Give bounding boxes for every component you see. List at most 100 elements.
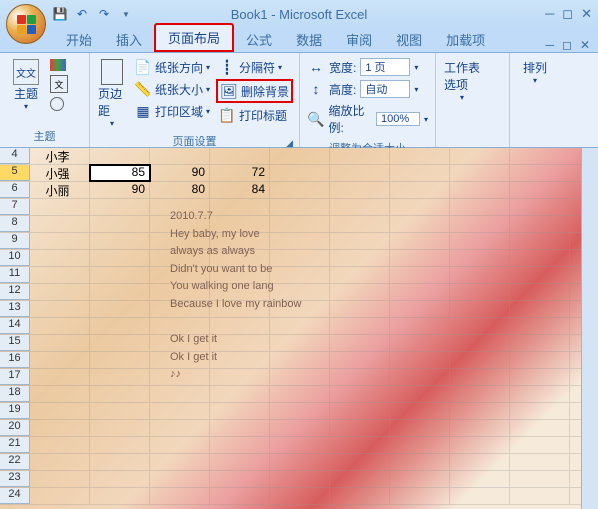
cell[interactable]: [90, 488, 150, 504]
cell[interactable]: [510, 471, 570, 487]
cell[interactable]: [150, 437, 210, 453]
cell[interactable]: [150, 250, 210, 266]
cell[interactable]: 90: [90, 182, 150, 198]
cell[interactable]: [90, 386, 150, 402]
cell[interactable]: [330, 182, 390, 198]
cell[interactable]: [270, 216, 330, 232]
breaks-button[interactable]: ┋分隔符▾: [216, 57, 293, 77]
cell[interactable]: [150, 420, 210, 436]
print-area-button[interactable]: ▦打印区域▾: [132, 101, 212, 121]
cell[interactable]: [210, 471, 270, 487]
cell[interactable]: [270, 250, 330, 266]
tab-insert[interactable]: 插入: [104, 27, 154, 52]
cell[interactable]: [330, 301, 390, 317]
cell[interactable]: [390, 369, 450, 385]
cell[interactable]: [90, 267, 150, 283]
cell[interactable]: [390, 403, 450, 419]
tab-addins[interactable]: 加载项: [434, 27, 497, 52]
cell[interactable]: [330, 335, 390, 351]
cell[interactable]: 小强: [30, 165, 90, 181]
cell[interactable]: [390, 420, 450, 436]
mdi-close-icon[interactable]: ✕: [580, 38, 590, 52]
row-header[interactable]: 8: [0, 216, 30, 232]
cell[interactable]: [450, 301, 510, 317]
orientation-button[interactable]: 📄纸张方向▾: [132, 57, 212, 77]
row-header[interactable]: 13: [0, 301, 30, 317]
cell[interactable]: [210, 454, 270, 470]
cell[interactable]: [390, 267, 450, 283]
cell[interactable]: [270, 454, 330, 470]
cell[interactable]: 小丽: [30, 182, 90, 198]
cell[interactable]: [90, 471, 150, 487]
cell[interactable]: [90, 437, 150, 453]
cell[interactable]: [390, 488, 450, 504]
row-header[interactable]: 22: [0, 454, 30, 470]
cell[interactable]: 85: [90, 165, 150, 181]
tab-view[interactable]: 视图: [384, 27, 434, 52]
cell[interactable]: [330, 148, 390, 164]
cell[interactable]: [450, 335, 510, 351]
cell[interactable]: [510, 420, 570, 436]
cell[interactable]: [510, 250, 570, 266]
cell[interactable]: [330, 369, 390, 385]
cell[interactable]: [330, 471, 390, 487]
cell[interactable]: [90, 369, 150, 385]
cell[interactable]: [270, 352, 330, 368]
cell[interactable]: [450, 471, 510, 487]
cell[interactable]: [150, 284, 210, 300]
cell[interactable]: [390, 199, 450, 215]
cell[interactable]: [210, 420, 270, 436]
cell[interactable]: [450, 386, 510, 402]
cell[interactable]: [210, 267, 270, 283]
themes-button[interactable]: 文文 主题 ▾: [4, 55, 48, 115]
cell[interactable]: [210, 301, 270, 317]
close-icon[interactable]: ✕: [581, 6, 592, 22]
cell[interactable]: [270, 420, 330, 436]
cell[interactable]: [150, 233, 210, 249]
cell[interactable]: [90, 420, 150, 436]
cell[interactable]: [210, 216, 270, 232]
cell[interactable]: [330, 437, 390, 453]
size-button[interactable]: 📏纸张大小▾: [132, 79, 212, 99]
cell[interactable]: [510, 267, 570, 283]
cell[interactable]: [510, 352, 570, 368]
cell[interactable]: [30, 301, 90, 317]
cell[interactable]: [450, 403, 510, 419]
office-button[interactable]: [6, 4, 46, 44]
cell[interactable]: [90, 233, 150, 249]
cell[interactable]: [90, 148, 150, 164]
cell[interactable]: [270, 437, 330, 453]
save-icon[interactable]: 💾: [52, 6, 68, 22]
cell[interactable]: [510, 488, 570, 504]
row-header[interactable]: 19: [0, 403, 30, 419]
cell[interactable]: [510, 199, 570, 215]
cell[interactable]: [450, 420, 510, 436]
cell[interactable]: [270, 488, 330, 504]
cell[interactable]: [450, 199, 510, 215]
cell[interactable]: [30, 335, 90, 351]
cell[interactable]: [210, 369, 270, 385]
cell[interactable]: [30, 250, 90, 266]
cell[interactable]: [510, 301, 570, 317]
cell[interactable]: [390, 182, 450, 198]
restore-icon[interactable]: ◻: [562, 6, 573, 22]
sheet-options-button[interactable]: 工作表选项▾: [440, 55, 484, 106]
cell[interactable]: [30, 233, 90, 249]
width-select[interactable]: 1 页: [360, 58, 410, 76]
cell[interactable]: [390, 386, 450, 402]
effects-icon[interactable]: [50, 97, 64, 111]
cell[interactable]: [150, 454, 210, 470]
margins-button[interactable]: 页边距 ▾: [94, 55, 130, 132]
delete-background-button[interactable]: 🖼删除背景: [216, 79, 293, 103]
cell[interactable]: [390, 301, 450, 317]
row-header[interactable]: 7: [0, 199, 30, 215]
cell[interactable]: [150, 403, 210, 419]
cell[interactable]: [150, 369, 210, 385]
cell[interactable]: [270, 284, 330, 300]
cell[interactable]: [330, 250, 390, 266]
cell[interactable]: [330, 165, 390, 181]
row-header[interactable]: 15: [0, 335, 30, 351]
row-header[interactable]: 5: [0, 165, 30, 181]
row-header[interactable]: 21: [0, 437, 30, 453]
cell[interactable]: [510, 284, 570, 300]
